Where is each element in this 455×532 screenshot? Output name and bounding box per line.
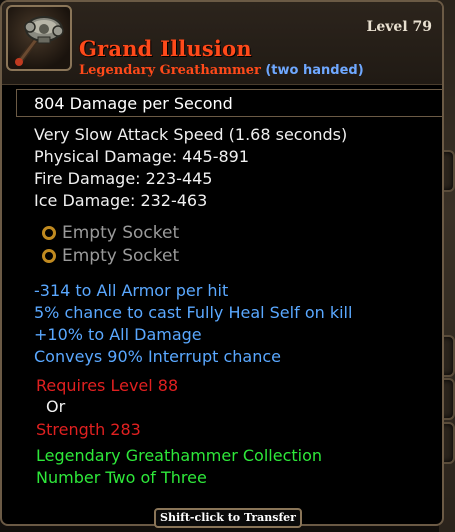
- dps-bar: 804 Damage per Second: [16, 89, 442, 117]
- physical-damage: Physical Damage: 445-891: [34, 147, 250, 166]
- socket-slot: Empty Socket: [42, 246, 179, 266]
- set-collection: Legendary Greathammer Collection: [36, 446, 323, 465]
- ice-damage: Ice Damage: 232-463: [34, 191, 208, 210]
- item-name: Grand Illusion: [79, 36, 252, 61]
- magic-property: +10% to All Damage: [34, 325, 202, 344]
- dps-value: 804 Damage per Second: [34, 94, 233, 113]
- magic-property: -314 to All Armor per hit: [34, 281, 229, 300]
- socket-ring-icon: [42, 249, 56, 263]
- attack-speed: Very Slow Attack Speed (1.68 seconds): [34, 125, 348, 144]
- item-type: Legendary Greathammer (two handed): [79, 63, 364, 78]
- item-handedness: (two handed): [265, 63, 364, 78]
- strength-requirement: Strength 283: [36, 420, 141, 439]
- socket-label: Empty Socket: [62, 246, 180, 266]
- transfer-hint-button[interactable]: Shift-click to Transfer: [154, 508, 302, 528]
- socket-slot: Empty Socket: [42, 223, 179, 243]
- magic-property: 5% chance to cast Fully Heal Self on kil…: [34, 303, 353, 322]
- item-tooltip: Grand Illusion Legendary Greathammer (tw…: [0, 0, 444, 526]
- fire-damage: Fire Damage: 223-445: [34, 169, 213, 188]
- socket-ring-icon: [42, 226, 56, 240]
- level-requirement: Requires Level 88: [36, 376, 179, 395]
- greathammer-icon: [6, 5, 72, 71]
- magic-property: Conveys 90% Interrupt chance: [34, 347, 281, 366]
- requirement-or: Or: [46, 397, 66, 416]
- item-level: Level 79: [366, 19, 432, 35]
- socket-label: Empty Socket: [62, 223, 180, 243]
- set-index: Number Two of Three: [36, 468, 207, 487]
- item-rarity-type: Legendary Greathammer: [79, 63, 261, 78]
- tooltip-header: Grand Illusion Legendary Greathammer (tw…: [2, 2, 442, 85]
